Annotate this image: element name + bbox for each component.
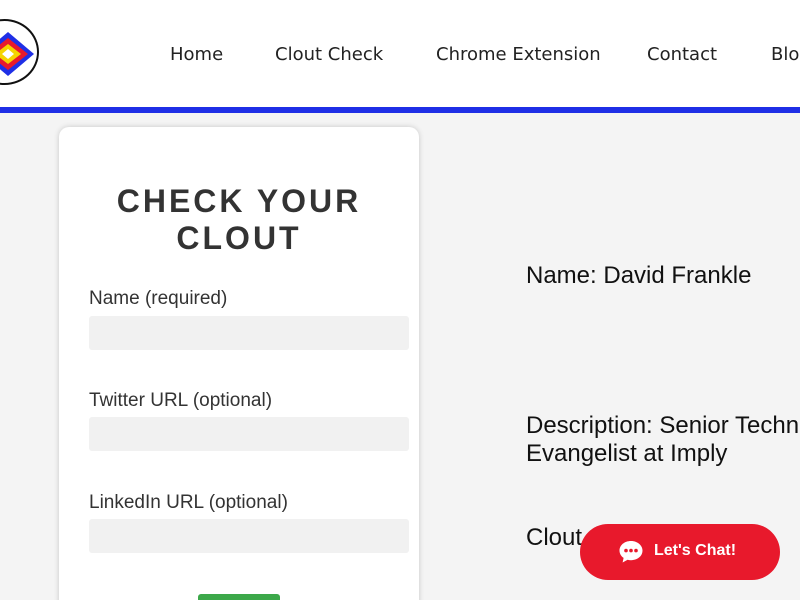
- name-field-label: Name (required): [89, 288, 228, 309]
- twitter-field-label: Twitter URL (optional): [89, 390, 273, 411]
- nav-item-contact[interactable]: Contact: [647, 44, 717, 65]
- linkedin-field-label: LinkedIn URL (optional): [89, 492, 288, 513]
- nav-item-chrome-extension[interactable]: Chrome Extension: [436, 44, 601, 65]
- lets-chat-button[interactable]: Let's Chat!: [580, 524, 780, 580]
- nav-item-clout-check[interactable]: Clout Check: [275, 44, 383, 65]
- result-clout: Clout: [526, 524, 583, 551]
- twitter-url-field[interactable]: [89, 417, 409, 451]
- chat-button-label: Let's Chat!: [654, 542, 737, 559]
- header-divider: [0, 107, 800, 113]
- result-name: Name: David Frankle: [526, 262, 752, 289]
- nav-item-home[interactable]: Home: [170, 44, 223, 65]
- nav-item-blog[interactable]: Blog: [771, 44, 800, 65]
- result-description-line2: Evangelist at Imply: [526, 440, 728, 467]
- main-nav: Home Clout Check Chrome Extension Contac…: [0, 44, 800, 68]
- clout-form-card: CHECK YOUR CLOUT Name (required) Twitter…: [59, 127, 419, 600]
- submit-button[interactable]: [198, 594, 280, 600]
- linkedin-url-field[interactable]: [89, 519, 409, 553]
- form-title: CHECK YOUR CLOUT: [116, 183, 362, 256]
- chat-bubble-icon: [619, 541, 643, 563]
- name-field[interactable]: [89, 316, 409, 350]
- site-header: Home Clout Check Chrome Extension Contac…: [0, 0, 800, 108]
- result-description-line1: Description: Senior Technical: [526, 412, 800, 439]
